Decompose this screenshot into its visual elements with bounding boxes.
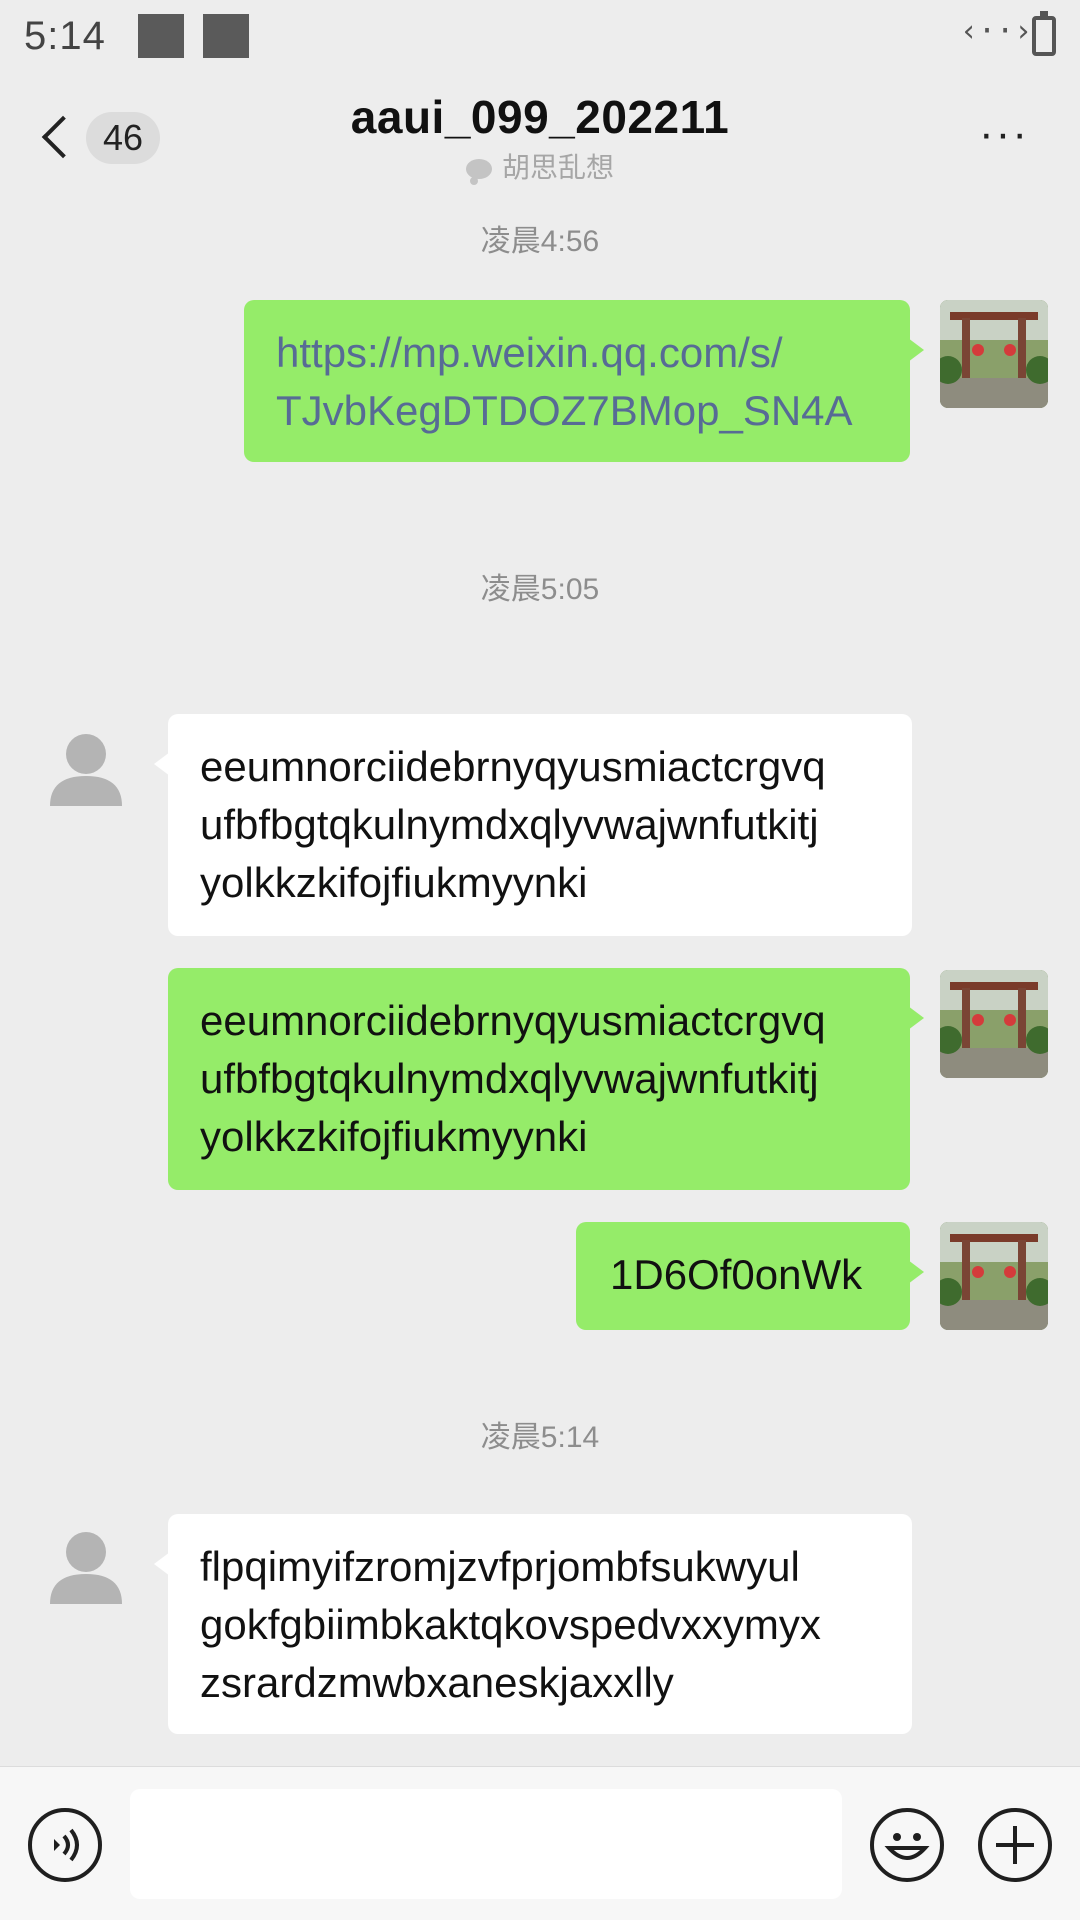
message-line: eeumnorciidebrnyqyusmiactcrgvq (200, 997, 826, 1044)
timestamp: 凌晨5:05 (480, 573, 600, 606)
voice-icon[interactable] (28, 1808, 102, 1882)
message-line: 1D6Of0onWk (610, 1251, 863, 1298)
message-line: ufbfbgtqkulnymdxqlyvwajwnfutkitj (200, 801, 819, 848)
message-line: ufbfbgtqkulnymdxqlyvwajwnfutkitj (200, 1055, 819, 1102)
notification-icon (203, 14, 249, 58)
message-link[interactable]: TJvbKegDTDOZ7BMop_SN4A (276, 382, 878, 440)
sent-message-bubble[interactable]: eeumnorciidebrnyqyusmiactcrgvq ufbfbgtqk… (168, 968, 924, 1190)
notification-icon (138, 14, 184, 58)
message-line: zsrardzmwbxaneskjaxxlly (200, 1659, 674, 1706)
status-time: 5:14 (24, 14, 106, 58)
chat-header: 46 aaui_099_202211 胡思乱想 ··· (0, 80, 1080, 190)
timestamp: 凌晨4:56 (480, 225, 600, 258)
plus-icon[interactable] (978, 1808, 1052, 1882)
status-bar: 5:14 ‹··› (0, 0, 1080, 76)
battery-icon (1032, 11, 1056, 56)
my-avatar[interactable] (940, 970, 1048, 1078)
status-text: 胡思乱想 (501, 152, 614, 183)
message-line: yolkkzkifojfiukmyynki (200, 859, 588, 906)
message-line: flpqimyifzromjzvfprjombfsukwyul (200, 1543, 800, 1590)
message-list[interactable]: 凌晨4:56 https://mp.weixin.qq.com/s/ TJvbK… (0, 200, 1080, 1760)
data-transfer-icon: ‹··› (960, 14, 1033, 49)
received-message-bubble[interactable]: eeumnorciidebrnyqyusmiactcrgvq ufbfbgtqk… (154, 714, 912, 936)
timestamp: 凌晨5:14 (480, 1421, 600, 1454)
my-avatar[interactable] (940, 300, 1048, 408)
message-input[interactable] (130, 1789, 842, 1899)
message-line: yolkkzkifojfiukmyynki (200, 1113, 588, 1160)
sent-message-bubble[interactable]: https://mp.weixin.qq.com/s/ TJvbKegDTDOZ… (244, 300, 924, 462)
chat-status: 胡思乱想 (0, 146, 1080, 186)
default-avatar-icon[interactable] (32, 714, 140, 822)
message-link[interactable]: https://mp.weixin.qq.com/s/ (276, 324, 878, 382)
emoji-icon[interactable] (870, 1808, 944, 1882)
chat-bubble-icon (465, 159, 492, 185)
message-line: eeumnorciidebrnyqyusmiactcrgvq (200, 743, 826, 790)
received-message-bubble[interactable]: flpqimyifzromjzvfprjombfsukwyul gokfgbii… (154, 1514, 912, 1734)
message-line: gokfgbiimbkaktqkovspedvxxymyx (200, 1601, 821, 1648)
my-avatar[interactable] (940, 1222, 1048, 1330)
default-avatar-icon[interactable] (32, 1512, 140, 1620)
chat-title: aaui_099_202211 (350, 91, 730, 143)
more-icon[interactable]: ··· (974, 112, 1034, 156)
sent-message-bubble[interactable]: 1D6Of0onWk (576, 1222, 924, 1330)
input-bar (0, 1766, 1080, 1920)
